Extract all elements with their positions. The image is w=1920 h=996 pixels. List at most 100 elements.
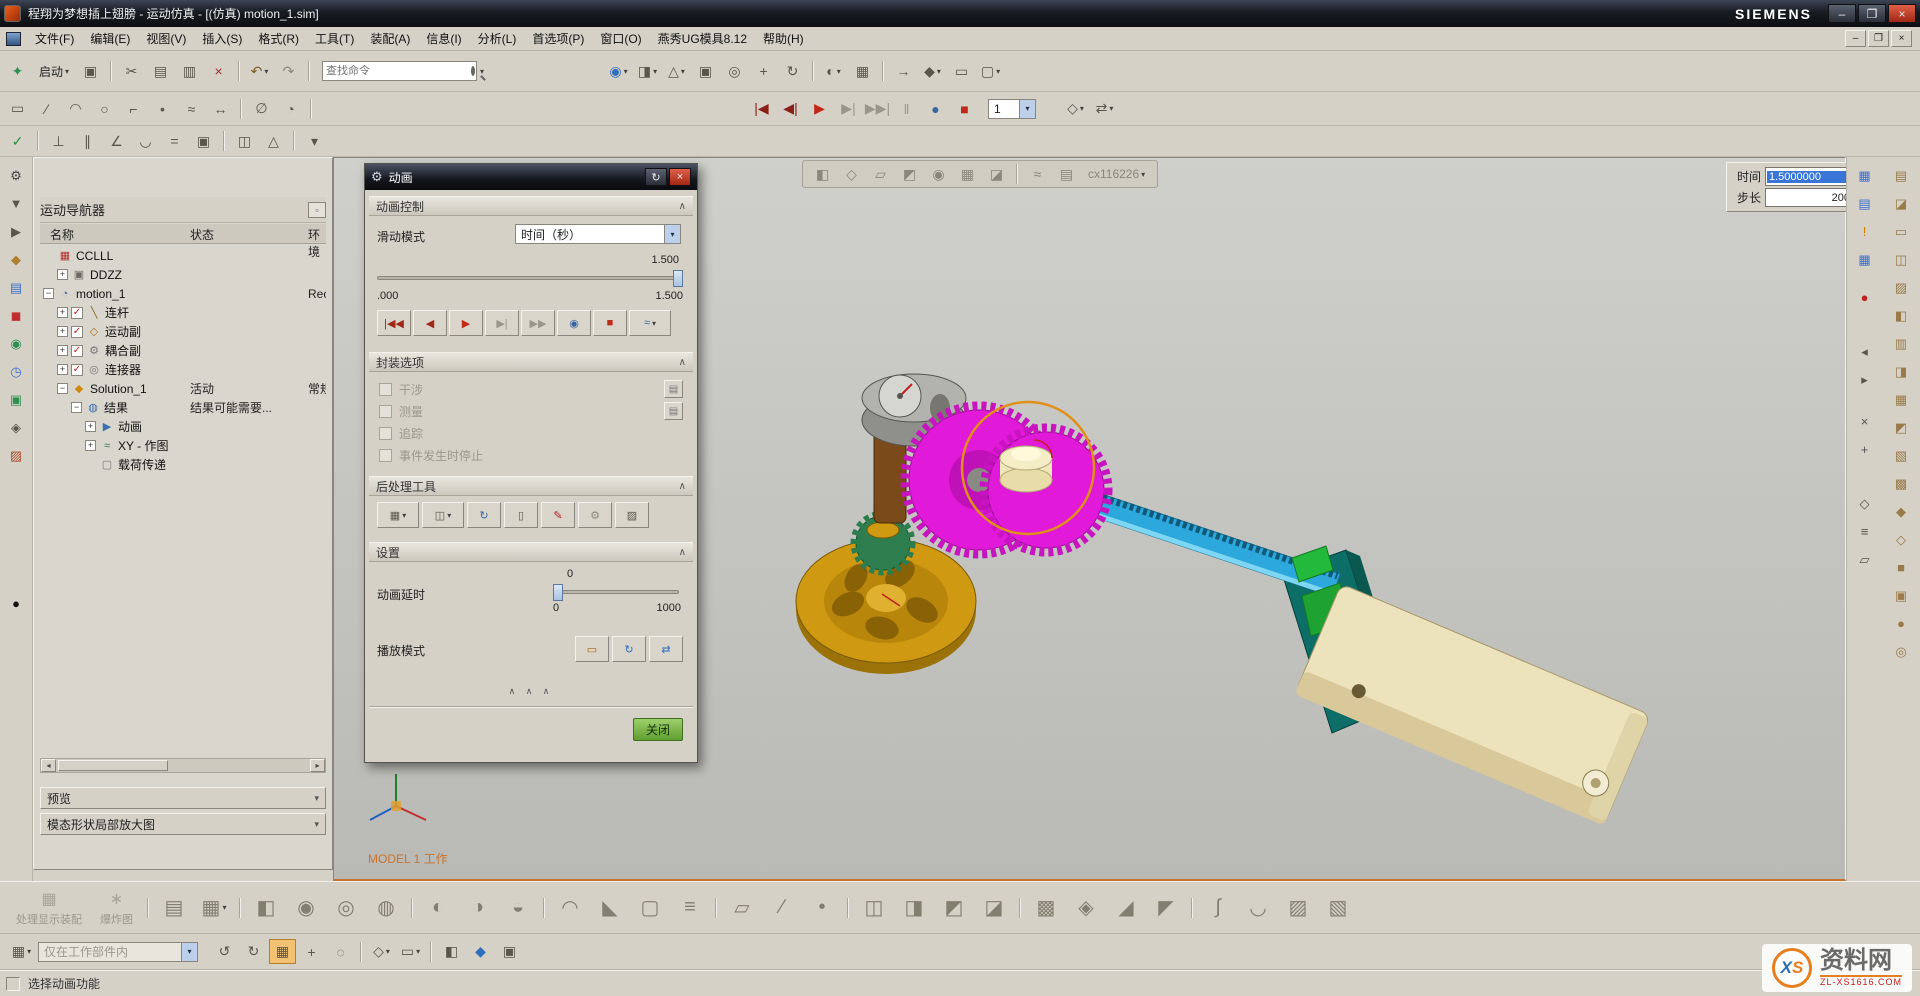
- assembly-tool-icon[interactable]: ▤: [1053, 162, 1080, 187]
- highlight-icon[interactable]: ◧: [438, 939, 465, 964]
- paste-icon[interactable]: ▥: [176, 59, 203, 84]
- collapse-section-icon[interactable]: ∧: [679, 547, 686, 558]
- thread-icon[interactable]: ≡: [671, 886, 709, 930]
- format-icon[interactable]: ▤: [1889, 165, 1913, 186]
- section-post-tools[interactable]: 后处理工具∧: [369, 476, 693, 496]
- gear-icon[interactable]: ⚙: [4, 165, 28, 186]
- roles-icon[interactable]: ▨: [4, 445, 28, 466]
- window-pane-icon[interactable]: ▣: [1889, 585, 1913, 606]
- delay-slider-track[interactable]: [553, 590, 679, 594]
- play-reciprocate-button[interactable]: ⇄: [649, 636, 683, 662]
- shaded-view-icon[interactable]: ◉: [605, 59, 632, 84]
- axis-cross-icon[interactable]: +: [1853, 439, 1877, 460]
- light-icon[interactable]: ◨: [1889, 361, 1913, 382]
- blend-icon[interactable]: ◠: [551, 886, 589, 930]
- fix-icon[interactable]: ▣: [190, 129, 217, 154]
- dialog-collapse-marks[interactable]: ∧ ∧ ∧: [365, 686, 697, 697]
- preview-bar[interactable]: 预览 ▾: [40, 787, 326, 809]
- offset-face-icon[interactable]: ◨: [895, 886, 933, 930]
- hd3d-tools-icon[interactable]: ◼: [4, 305, 28, 326]
- manager-icon[interactable]: ◈: [4, 417, 28, 438]
- unite-icon[interactable]: ◐: [419, 886, 457, 930]
- selection-scope-combo[interactable]: 仅在工作部件内 ▾: [38, 942, 198, 962]
- point-snap-icon[interactable]: +: [298, 939, 325, 964]
- tree-row-load-transfer[interactable]: ▢载荷传递: [40, 455, 326, 474]
- tree-row-motion-1[interactable]: −◔motion_1Rec: [40, 284, 326, 303]
- layers-palette-icon[interactable]: ▦: [1853, 249, 1877, 270]
- graph-result-button[interactable]: ◫: [422, 502, 464, 528]
- work-layer-icon[interactable]: ▣: [496, 939, 523, 964]
- tree-expander-icon[interactable]: +: [57, 364, 68, 375]
- interference-checkbox[interactable]: [379, 383, 392, 396]
- user-combo[interactable]: cx116226: [1082, 162, 1151, 187]
- palette-icon[interactable]: ▤: [1853, 193, 1877, 214]
- process-studio-icon[interactable]: ▣: [4, 389, 28, 410]
- stop-on-event-checkbox[interactable]: [379, 449, 392, 462]
- menu-analysis[interactable]: 分析(L): [470, 30, 525, 48]
- datum-plane-icon[interactable]: ▱: [723, 886, 761, 930]
- show-hide-icon[interactable]: ◐: [820, 59, 847, 84]
- sew-icon[interactable]: ▨: [1279, 886, 1317, 930]
- orient-view-icon[interactable]: △: [663, 59, 690, 84]
- tree-expander-icon[interactable]: −: [57, 383, 68, 394]
- layout-icon[interactable]: ■: [1889, 557, 1913, 578]
- motion-navigator-icon[interactable]: ◆: [4, 249, 28, 270]
- reuse-library-icon[interactable]: ▤: [4, 277, 28, 298]
- time-field[interactable]: 1.5000000: [1765, 167, 1855, 186]
- menu-tools[interactable]: 工具(T): [307, 30, 362, 48]
- mechanism-button[interactable]: ⚙: [578, 502, 612, 528]
- start-button[interactable]: 启动: [33, 59, 75, 84]
- time-slider-thumb[interactable]: [673, 270, 683, 287]
- measure-list-button[interactable]: ▤: [664, 402, 683, 420]
- finish-icon[interactable]: ✓: [4, 129, 31, 154]
- fit-view-icon[interactable]: ▣: [692, 59, 719, 84]
- hole-tool-icon[interactable]: ◉: [925, 162, 952, 187]
- play-loop-button[interactable]: ↻: [612, 636, 646, 662]
- intersect-icon[interactable]: ◒: [499, 886, 537, 930]
- stop-button[interactable]: ■: [951, 96, 978, 121]
- assembly-navigator-icon[interactable]: ▼: [4, 193, 28, 214]
- web-browser-icon[interactable]: ◉: [4, 333, 28, 354]
- pattern-icon[interactable]: ▩: [1027, 886, 1065, 930]
- arc-icon[interactable]: ◠: [62, 96, 89, 121]
- orient-icon[interactable]: ▨: [1889, 277, 1913, 298]
- trace-checkbox[interactable]: [379, 427, 392, 440]
- time-slider-track[interactable]: [377, 276, 683, 280]
- more-tools-icon[interactable]: ▾: [301, 129, 328, 154]
- tree-expander-icon[interactable]: +: [85, 440, 96, 451]
- tree-row-xy-graphing[interactable]: +≈XY - 作图: [40, 436, 326, 455]
- tree-expander-icon[interactable]: +: [57, 345, 68, 356]
- cut-icon[interactable]: ✂: [118, 59, 145, 84]
- split-icon[interactable]: ◤: [1147, 886, 1185, 930]
- section-animation-control[interactable]: 动画控制∧: [369, 196, 693, 216]
- mdi-restore-button[interactable]: ❐: [1868, 30, 1889, 47]
- clip-icon[interactable]: ◩: [1889, 417, 1913, 438]
- logo-icon[interactable]: ✦: [4, 59, 31, 84]
- exploded-view-button[interactable]: ∗ 爆炸图: [92, 884, 141, 932]
- rollback-icon[interactable]: ↺: [211, 939, 238, 964]
- select-scope-icon[interactable]: ◇: [368, 939, 395, 964]
- snap-point-icon[interactable]: ◆: [919, 59, 946, 84]
- print-icon[interactable]: ◎: [1889, 641, 1913, 662]
- chevron-down-icon[interactable]: ▾: [664, 225, 680, 243]
- panel-options-button[interactable]: ▫: [308, 202, 326, 218]
- maximize-button[interactable]: ❐: [1858, 4, 1886, 23]
- selection-filter-icon[interactable]: ▦: [8, 939, 35, 964]
- scroll-left-icon[interactable]: ◂: [41, 759, 56, 772]
- view-table-icon[interactable]: ▦: [195, 886, 233, 930]
- collapse-section-icon[interactable]: ∧: [679, 481, 686, 492]
- tree-row-animation[interactable]: +▶动画: [40, 417, 326, 436]
- constraint-navigator-icon[interactable]: ▶: [4, 221, 28, 242]
- tree-expander-icon[interactable]: +: [57, 326, 68, 337]
- point-icon[interactable]: •: [149, 96, 176, 121]
- wave-link-icon[interactable]: ≈: [1024, 162, 1051, 187]
- mirror-icon[interactable]: ◈: [1067, 886, 1105, 930]
- menu-yanxiu-mold[interactable]: 燕秀UG模具8.12: [650, 30, 755, 48]
- line-icon[interactable]: ∕: [33, 96, 60, 121]
- menu-format[interactable]: 格式(R): [250, 30, 307, 48]
- play-button[interactable]: ▶: [806, 96, 833, 121]
- tube-icon[interactable]: ◡: [1239, 886, 1277, 930]
- play-once-button[interactable]: ▭: [575, 636, 609, 662]
- rotate-view-icon[interactable]: ↻: [779, 59, 806, 84]
- menu-view[interactable]: 视图(V): [138, 30, 194, 48]
